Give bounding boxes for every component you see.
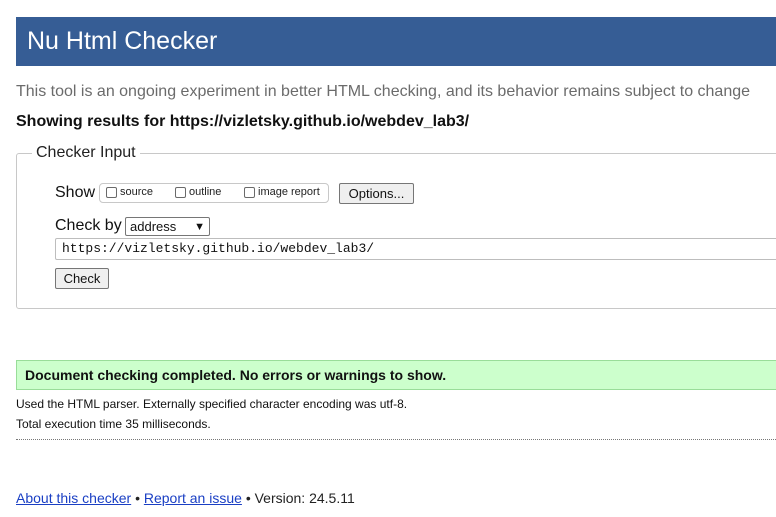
version-text: Version: 24.5.11 [254, 490, 355, 506]
results-heading: Showing results for https://vizletsky.gi… [16, 113, 470, 130]
check-by-label: Check by [55, 217, 122, 234]
show-options-group: source outline image report [99, 183, 329, 203]
show-label: Show [55, 184, 96, 201]
about-checker-link[interactable]: About this checker [16, 490, 131, 506]
footer-separator: • [245, 490, 251, 506]
outline-checkbox[interactable] [175, 186, 186, 198]
image-report-option[interactable]: image report [244, 186, 320, 198]
divider [16, 439, 776, 440]
parser-info: Used the HTML parser. Externally specifi… [16, 397, 408, 411]
source-option[interactable]: source [106, 186, 153, 198]
check-by-select[interactable]: address ▼ [125, 217, 210, 236]
report-issue-link[interactable]: Report an issue [144, 490, 242, 506]
source-label: source [120, 186, 154, 198]
url-input[interactable]: https://vizletsky.github.io/webdev_lab3/ [55, 238, 776, 260]
options-button[interactable]: Options... [339, 183, 414, 204]
image-report-checkbox[interactable] [244, 186, 255, 198]
tagline: This tool is an ongoing experiment in be… [16, 83, 751, 100]
check-by-selected-value: address [130, 219, 177, 234]
image-report-label: image report [258, 186, 320, 198]
footer: About this checker • Report an issue • V… [16, 490, 355, 506]
chevron-down-icon: ▼ [194, 221, 205, 233]
source-checkbox[interactable] [106, 186, 117, 198]
execution-time: Total execution time 35 milliseconds. [16, 417, 211, 431]
checker-input-legend: Checker Input [32, 144, 140, 162]
header-title: Nu Html Checker [27, 27, 218, 55]
footer-separator: • [135, 490, 140, 506]
outline-option[interactable]: outline [175, 186, 221, 198]
page-header: Nu Html Checker [16, 17, 776, 66]
check-button[interactable]: Check [55, 268, 109, 289]
success-message: Document checking completed. No errors o… [16, 360, 776, 390]
outline-label: outline [189, 186, 222, 198]
